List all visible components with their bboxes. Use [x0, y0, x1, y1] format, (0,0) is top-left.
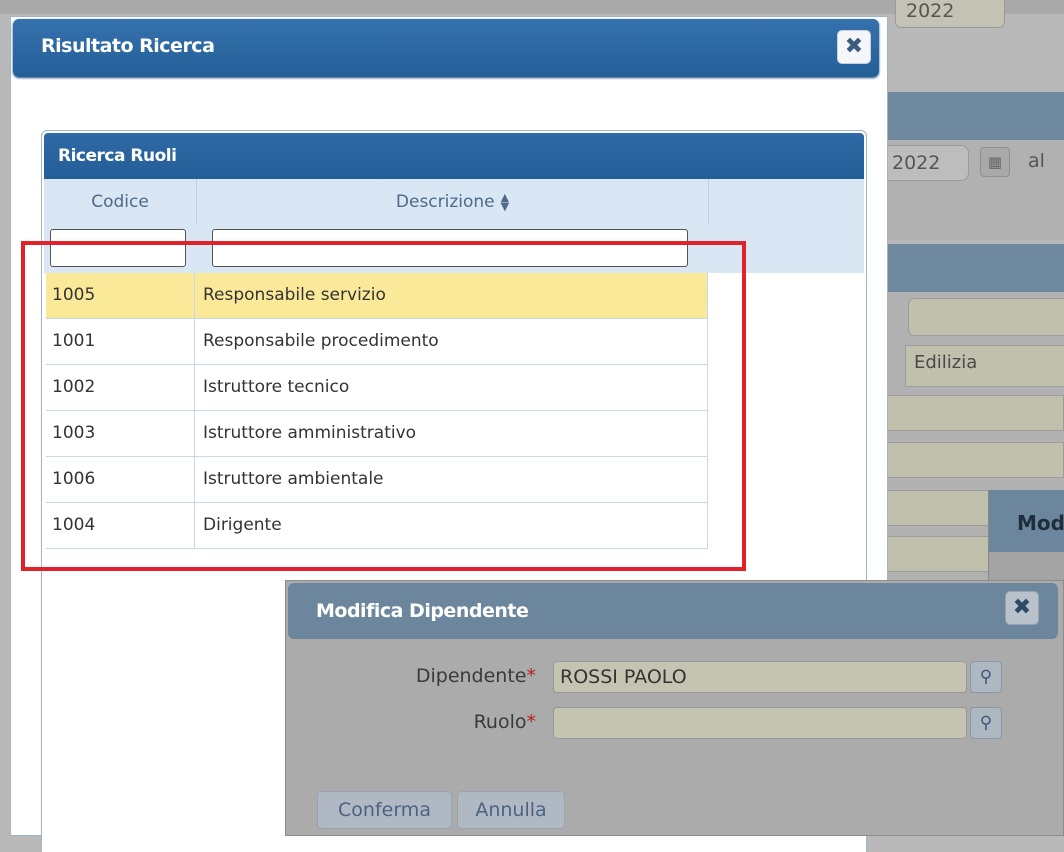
background-date-field-top: 2022	[895, 0, 1005, 28]
calendar-icon: ▦	[980, 147, 1010, 177]
required-mark: *	[526, 711, 537, 733]
background-field	[885, 442, 1064, 478]
search-icon[interactable]: ⚲	[970, 707, 1002, 739]
employee-field[interactable]: ROSSI PAOLO	[553, 661, 967, 693]
cell-description: Responsabile procedimento	[195, 319, 708, 364]
required-mark: *	[526, 665, 537, 687]
column-header-description-label: Descrizione	[395, 192, 495, 212]
column-header-code[interactable]: Codice	[44, 179, 197, 225]
cell-description: Istruttore ambientale	[195, 457, 708, 502]
edit-employee-dialog: Modifica Dipendente ✖ Dipendente* ROSSI …	[285, 580, 1064, 836]
employee-label-text: Dipendente	[415, 665, 527, 687]
close-icon[interactable]: ✖	[1005, 591, 1039, 625]
background-date-to-label: al	[1028, 150, 1045, 172]
close-icon[interactable]: ✖	[837, 30, 871, 64]
table-row[interactable]: 1001 Responsabile procedimento	[46, 319, 708, 365]
cell-code: 1006	[46, 457, 195, 502]
cell-description: Dirigente	[195, 503, 708, 548]
grid-caption-title: Ricerca Ruoli	[58, 146, 177, 166]
table-row[interactable]: 1003 Istruttore amministrativo	[46, 411, 708, 457]
background-field	[885, 536, 995, 572]
table-row[interactable]: 1004 Dirigente	[46, 503, 708, 549]
role-field[interactable]	[553, 707, 967, 739]
background-field-edilizia: Edilizia	[905, 345, 1064, 387]
column-header-code-label: Codice	[91, 192, 149, 212]
confirm-button[interactable]: Conferma	[317, 791, 452, 829]
results-dialog-title: Risultato Ricerca	[41, 35, 215, 57]
sort-icon[interactable]: ▲ ▼	[501, 192, 509, 212]
cell-code: 1005	[46, 273, 195, 318]
background-field	[885, 490, 995, 526]
background-section-header-2	[885, 244, 1064, 292]
edit-dialog-titlebar[interactable]: Modifica Dipendente	[288, 583, 1058, 639]
table-row[interactable]: 1002 Istruttore tecnico	[46, 365, 708, 411]
cell-code: 1002	[46, 365, 195, 410]
search-icon[interactable]: ⚲	[970, 661, 1002, 693]
column-header-description[interactable]: Descrizione ▲ ▼	[197, 179, 709, 225]
cell-code: 1003	[46, 411, 195, 456]
grid-body: 1005 Responsabile servizio 1001 Responsa…	[46, 273, 708, 549]
grid-header: Codice Descrizione ▲ ▼	[44, 179, 864, 273]
background-field	[885, 395, 1064, 431]
role-label: Ruolo*	[346, 711, 536, 733]
grid-caption: Ricerca Ruoli	[44, 133, 864, 179]
cell-code: 1004	[46, 503, 195, 548]
cell-description: Istruttore amministrativo	[195, 411, 708, 456]
cell-code: 1001	[46, 319, 195, 364]
background-field	[908, 298, 1064, 336]
filter-code-input[interactable]	[50, 229, 186, 267]
table-row[interactable]: 1006 Istruttore ambientale	[46, 457, 708, 503]
results-dialog-titlebar[interactable]: Risultato Ricerca	[13, 19, 879, 77]
filter-description-input[interactable]	[212, 229, 688, 267]
edit-dialog-title: Modifica Dipendente	[316, 600, 529, 622]
cell-description: Istruttore tecnico	[195, 365, 708, 410]
role-label-text: Ruolo	[473, 711, 527, 733]
cell-description: Responsabile servizio	[195, 273, 708, 318]
background-date-from-field: 2022	[883, 145, 969, 181]
table-row[interactable]: 1005 Responsabile servizio	[46, 273, 708, 319]
background-section-header	[885, 92, 1064, 140]
background-dialog-title: Mod	[989, 490, 1064, 552]
cancel-button[interactable]: Annulla	[457, 791, 565, 829]
employee-label: Dipendente*	[346, 665, 536, 687]
